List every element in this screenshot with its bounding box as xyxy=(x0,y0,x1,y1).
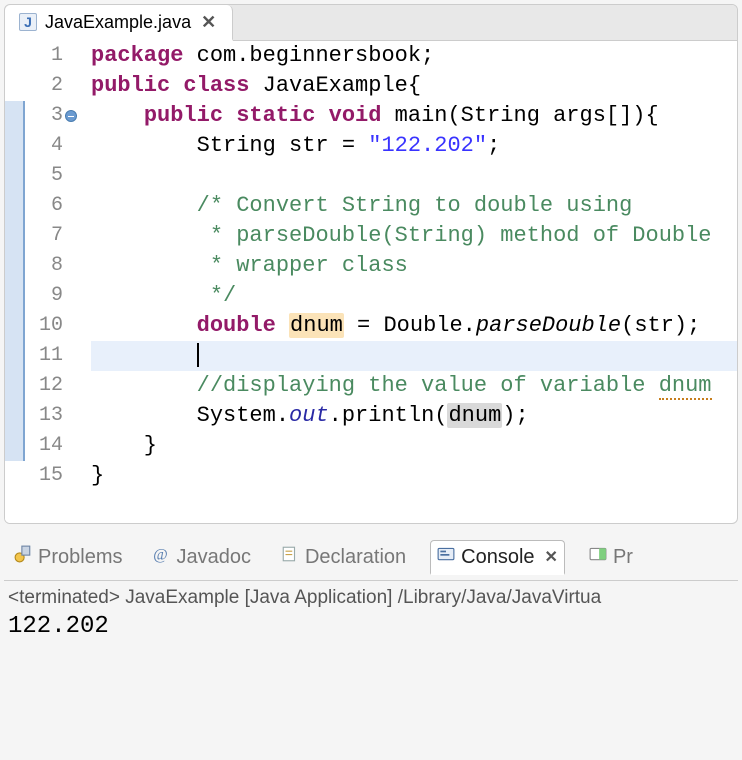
code-line[interactable]: /* Convert String to double using xyxy=(91,191,737,221)
code-line[interactable]: //displaying the value of variable dnum xyxy=(91,371,737,401)
console-output: 122.202 xyxy=(8,613,734,640)
bottom-panel: Problems @ Javadoc Declaration Console ✕ Pr <t… xyxy=(4,534,738,646)
line-number-column: 123456789101112131415 xyxy=(25,41,69,523)
editor-tab-javaexample[interactable]: J JavaExample.java ✕ xyxy=(5,5,233,41)
line-number: 9 xyxy=(25,281,63,311)
marker-column xyxy=(5,41,25,523)
declaration-icon xyxy=(281,545,299,569)
gutter-marker xyxy=(5,161,25,191)
problems-icon xyxy=(14,545,32,569)
svg-text:@: @ xyxy=(154,547,169,563)
gutter-marker xyxy=(5,71,25,101)
line-number: 13 xyxy=(25,401,63,431)
java-file-icon: J xyxy=(19,13,37,31)
editor-tabs-bar: J JavaExample.java ✕ xyxy=(5,5,737,41)
gutter-marker xyxy=(5,221,25,251)
code-line[interactable]: package com.beginnersbook; xyxy=(91,41,737,71)
gutter-marker xyxy=(5,311,25,341)
gutter-marker xyxy=(5,41,25,71)
view-tab-javadoc[interactable]: @ Javadoc xyxy=(146,541,257,573)
view-tab-problems[interactable]: Problems xyxy=(8,541,128,573)
gutter-marker xyxy=(5,101,25,131)
code-line[interactable]: System.out.println(dnum); xyxy=(91,401,737,431)
line-number: 6 xyxy=(25,191,63,221)
gutter-marker xyxy=(5,461,25,491)
line-number: 15 xyxy=(25,461,63,491)
console-status: <terminated> JavaExample [Java Applicati… xyxy=(8,587,734,609)
view-tab-console[interactable]: Console ✕ xyxy=(430,540,565,575)
code-line[interactable]: double dnum = Double.parseDouble(str); xyxy=(91,311,737,341)
progress-icon xyxy=(589,545,607,569)
line-number: 7 xyxy=(25,221,63,251)
line-number: 10 xyxy=(25,311,63,341)
gutter-marker xyxy=(5,251,25,281)
code-line[interactable]: * parseDouble(String) method of Double xyxy=(91,221,737,251)
javadoc-icon: @ xyxy=(152,545,170,569)
code-line[interactable]: public class JavaExample{ xyxy=(91,71,737,101)
code-line[interactable]: } xyxy=(91,461,737,491)
view-tab-label: Pr xyxy=(613,546,633,569)
close-icon[interactable]: ✕ xyxy=(545,547,558,567)
code-text[interactable]: package com.beginnersbook;public class J… xyxy=(69,41,737,523)
view-tab-declaration[interactable]: Declaration xyxy=(275,541,412,573)
line-number: 8 xyxy=(25,251,63,281)
gutter-marker xyxy=(5,431,25,461)
gutter-marker xyxy=(5,131,25,161)
line-number: 12 xyxy=(25,371,63,401)
views-tab-bar: Problems @ Javadoc Declaration Console ✕ Pr xyxy=(4,534,738,581)
code-editor[interactable]: 123456789101112131415 package com.beginn… xyxy=(5,41,737,523)
editor-panel: J JavaExample.java ✕ 1234567891011121314… xyxy=(4,4,738,524)
code-line[interactable] xyxy=(91,161,737,191)
console-icon xyxy=(437,545,455,569)
code-line[interactable]: } xyxy=(91,431,737,461)
line-number: 4 xyxy=(25,131,63,161)
view-tab-label: Declaration xyxy=(305,546,406,569)
code-line[interactable]: * wrapper class xyxy=(91,251,737,281)
code-line[interactable] xyxy=(91,341,737,371)
code-line[interactable]: String str = "122.202"; xyxy=(91,131,737,161)
view-tab-label: Problems xyxy=(38,546,122,569)
gutter-marker xyxy=(5,281,25,311)
view-tab-label: Javadoc xyxy=(176,546,251,569)
line-number: 3 xyxy=(25,101,63,131)
code-line[interactable]: */ xyxy=(91,281,737,311)
gutter-marker xyxy=(5,401,25,431)
line-number: 14 xyxy=(25,431,63,461)
view-tab-label: Console xyxy=(461,546,534,569)
gutter-marker xyxy=(5,341,25,371)
view-tab-progress[interactable]: Pr xyxy=(583,541,639,573)
close-icon[interactable]: ✕ xyxy=(199,12,218,33)
gutter-marker xyxy=(5,191,25,221)
line-number: 2 xyxy=(25,71,63,101)
text-cursor xyxy=(197,343,199,367)
line-number: 11 xyxy=(25,341,63,371)
editor-tab-title: JavaExample.java xyxy=(45,12,191,33)
code-line[interactable]: public static void main(String args[]){ xyxy=(91,101,737,131)
line-number: 1 xyxy=(25,41,63,71)
line-number: 5 xyxy=(25,161,63,191)
console-body: <terminated> JavaExample [Java Applicati… xyxy=(4,581,738,646)
gutter-marker xyxy=(5,371,25,401)
gutter: 123456789101112131415 xyxy=(5,41,69,523)
